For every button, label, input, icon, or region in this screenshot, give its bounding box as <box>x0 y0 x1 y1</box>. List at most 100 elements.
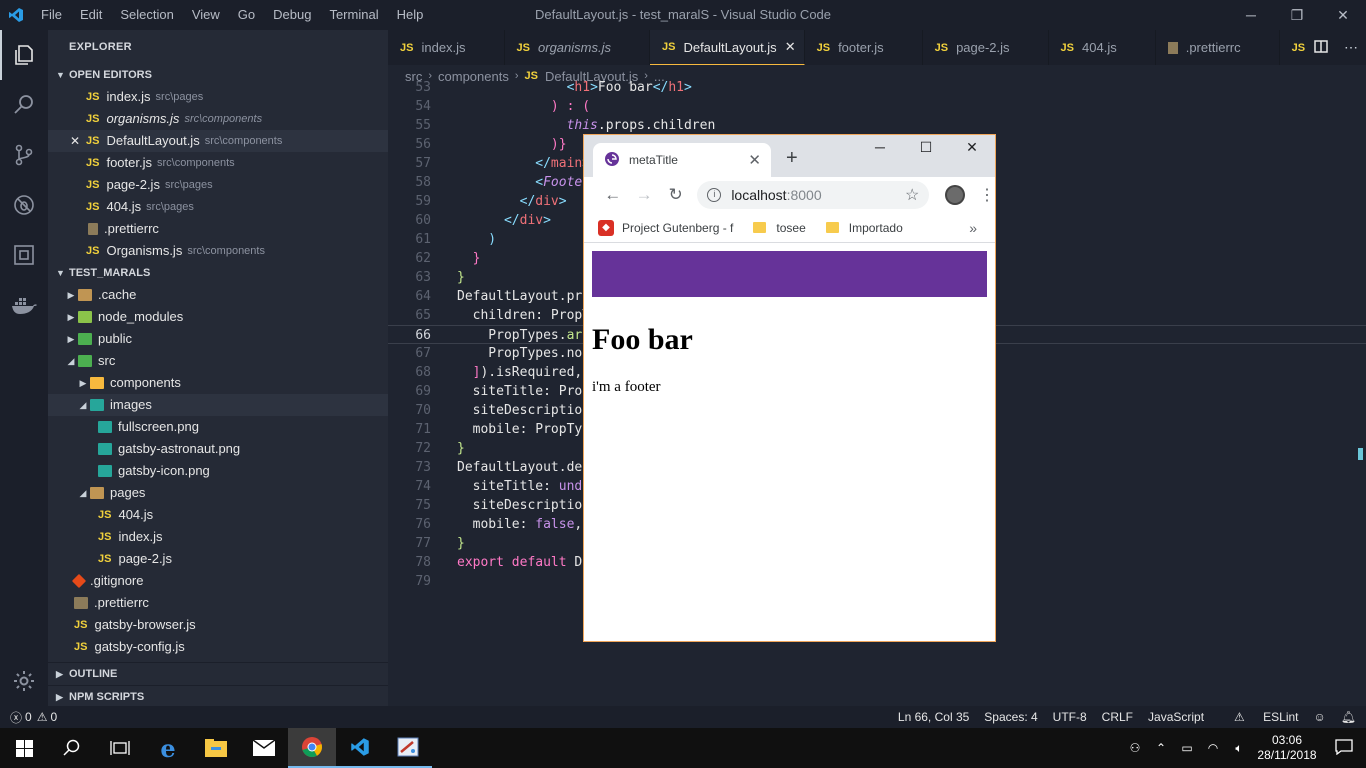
indentation[interactable]: Spaces: 4 <box>984 710 1037 724</box>
close-icon[interactable]: ✕ <box>70 130 86 152</box>
file-explorer-icon[interactable] <box>192 728 240 768</box>
chevron-up-icon[interactable]: ⌃ <box>1148 741 1174 755</box>
bookmark-folder-importado[interactable]: Importado <box>825 221 903 235</box>
restore-button[interactable]: ❐ <box>1274 0 1320 30</box>
open-editor-item[interactable]: JS Organisms.js src\components <box>48 240 388 262</box>
browser-close-button[interactable]: ✕ <box>949 139 995 156</box>
search-icon[interactable] <box>0 80 48 130</box>
notifications-bell-icon[interactable]: 🔔︎ <box>1341 710 1356 724</box>
open-editor-item[interactable]: .prettierrc <box>48 218 388 240</box>
task-view-icon[interactable] <box>96 728 144 768</box>
cursor-position[interactable]: Ln 66, Col 35 <box>898 710 969 724</box>
vscode-icon[interactable] <box>336 728 384 768</box>
clock[interactable]: 03:06 28/11/2018 <box>1252 733 1322 763</box>
tree-item[interactable]: ▶ node_modules <box>48 306 388 328</box>
minimize-button[interactable]: ─ <box>1228 0 1274 30</box>
language-mode[interactable]: JavaScript <box>1148 710 1204 724</box>
volume-icon[interactable]: 🔈︎ <box>1226 741 1252 756</box>
bookmark-star-icon[interactable]: ☆ <box>905 185 919 205</box>
new-tab-icon[interactable]: + <box>786 147 798 170</box>
docker-icon[interactable] <box>0 280 48 330</box>
close-icon[interactable]: ✕ <box>785 39 796 55</box>
search-icon[interactable] <box>48 728 96 768</box>
editor-tab[interactable]: JS organisms.js <box>505 30 650 65</box>
open-editor-item[interactable]: JS index.js src\pages <box>48 86 388 108</box>
tree-item[interactable]: .prettierrc <box>48 592 388 614</box>
menu-edit[interactable]: Edit <box>71 0 111 30</box>
explorer-icon[interactable] <box>0 30 48 80</box>
back-arrow-icon[interactable]: ← <box>597 185 628 205</box>
browser-tab[interactable]: metaTitle ✕ <box>593 143 771 177</box>
open-editor-item[interactable]: JS organisms.js src\components <box>48 108 388 130</box>
menu-help[interactable]: Help <box>388 0 433 30</box>
editor-tab[interactable]: JS 404.js <box>1049 30 1156 65</box>
tree-item[interactable]: ◢ pages <box>48 482 388 504</box>
problems-indicator[interactable]: ⓧ 0 ⚠ 0 <box>0 709 57 726</box>
tree-item[interactable]: ▶ components <box>48 372 388 394</box>
menu-selection[interactable]: Selection <box>111 0 182 30</box>
menu-file[interactable]: File <box>32 0 71 30</box>
wifi-icon[interactable]: ◠ <box>1200 741 1226 755</box>
tree-item[interactable]: .gitignore <box>48 570 388 592</box>
bookmark-folder-tosee[interactable]: tosee <box>753 221 806 235</box>
scrollbar-marker[interactable] <box>1358 448 1363 460</box>
code-line[interactable]: 54 ) : ( <box>388 97 1366 116</box>
close-button[interactable]: ✕ <box>1320 0 1366 30</box>
open-editors-header[interactable]: ▼ OPEN EDITORS <box>48 64 388 86</box>
forward-arrow-icon[interactable]: → <box>628 185 659 205</box>
tree-item[interactable]: JS gatsby-browser.js <box>48 614 388 636</box>
tree-item[interactable]: ◢ src <box>48 350 388 372</box>
close-tab-icon[interactable]: ✕ <box>748 151 761 169</box>
tree-item[interactable]: ▶ .cache <box>48 284 388 306</box>
tree-item[interactable]: JS page-2.js <box>48 548 388 570</box>
project-header[interactable]: ▼ TEST_MARALS <box>48 262 388 284</box>
line-ending[interactable]: CRLF <box>1102 710 1133 724</box>
start-icon[interactable] <box>0 728 48 768</box>
source-control-icon[interactable] <box>0 130 48 180</box>
settings-gear-icon[interactable] <box>0 656 48 706</box>
profile-avatar[interactable] <box>945 185 966 205</box>
code-line[interactable]: 53 <h1>Foo bar</h1> <box>388 78 1366 97</box>
browser-minimize-button[interactable]: ─ <box>857 139 903 156</box>
mail-icon[interactable] <box>240 728 288 768</box>
outline-header[interactable]: ▶ OUTLINE <box>48 663 388 685</box>
editor-tab[interactable]: JS DefaultLayout.js ✕ <box>649 30 805 65</box>
chrome-icon[interactable] <box>288 728 336 768</box>
tree-item[interactable]: ▶ public <box>48 328 388 350</box>
bookmark-project-gutenberg[interactable]: ◆ Project Gutenberg - f <box>598 219 733 236</box>
tree-item[interactable]: fullscreen.png <box>48 416 388 438</box>
tree-item[interactable]: JS gatsby-config.js <box>48 636 388 658</box>
menu-go[interactable]: Go <box>229 0 264 30</box>
menu-view[interactable]: View <box>183 0 229 30</box>
open-editor-item[interactable]: JS page-2.js src\pages <box>48 174 388 196</box>
people-icon[interactable]: ⚇ <box>1122 741 1148 755</box>
battery-icon[interactable]: ▭ <box>1174 741 1200 755</box>
address-bar[interactable]: i localhost:8000 ☆ <box>697 181 930 209</box>
edge-icon[interactable]: e <box>144 728 192 768</box>
open-editor-item[interactable]: JS footer.js src\components <box>48 152 388 174</box>
open-editor-item[interactable]: JS 404.js src\pages <box>48 196 388 218</box>
extensions-icon[interactable] <box>0 230 48 280</box>
code-line[interactable]: 55 this.props.children <box>388 116 1366 135</box>
split-editor-icon[interactable] <box>1314 39 1328 56</box>
tree-item[interactable]: JS 404.js <box>48 504 388 526</box>
debug-icon[interactable] <box>0 180 48 230</box>
eslint-status[interactable]: ⚠ ESLint <box>1219 710 1298 724</box>
editor-tab[interactable]: JS index.js <box>388 30 505 65</box>
menu-terminal[interactable]: Terminal <box>320 0 387 30</box>
feedback-smiley-icon[interactable]: ☺ <box>1314 710 1326 724</box>
tree-item[interactable]: gatsby-astronaut.png <box>48 438 388 460</box>
bookmarks-overflow-icon[interactable]: » <box>969 220 977 236</box>
more-actions-icon[interactable]: ⋯ <box>1344 39 1358 56</box>
chrome-menu-icon[interactable]: ⋮ <box>979 185 995 205</box>
browser-maximize-button[interactable]: ☐ <box>903 139 949 156</box>
encoding[interactable]: UTF-8 <box>1053 710 1087 724</box>
tree-item[interactable]: JS index.js <box>48 526 388 548</box>
open-editor-item[interactable]: ✕ JS DefaultLayout.js src\components <box>48 130 388 152</box>
editor-tab[interactable]: JS page-2.js <box>923 30 1049 65</box>
editor-tab[interactable]: JS footer.js <box>805 30 923 65</box>
action-center-icon[interactable] <box>1322 738 1366 758</box>
paint-icon[interactable] <box>384 728 432 768</box>
editor-tab[interactable]: .prettierrc <box>1156 30 1280 65</box>
info-icon[interactable]: i <box>707 188 722 202</box>
